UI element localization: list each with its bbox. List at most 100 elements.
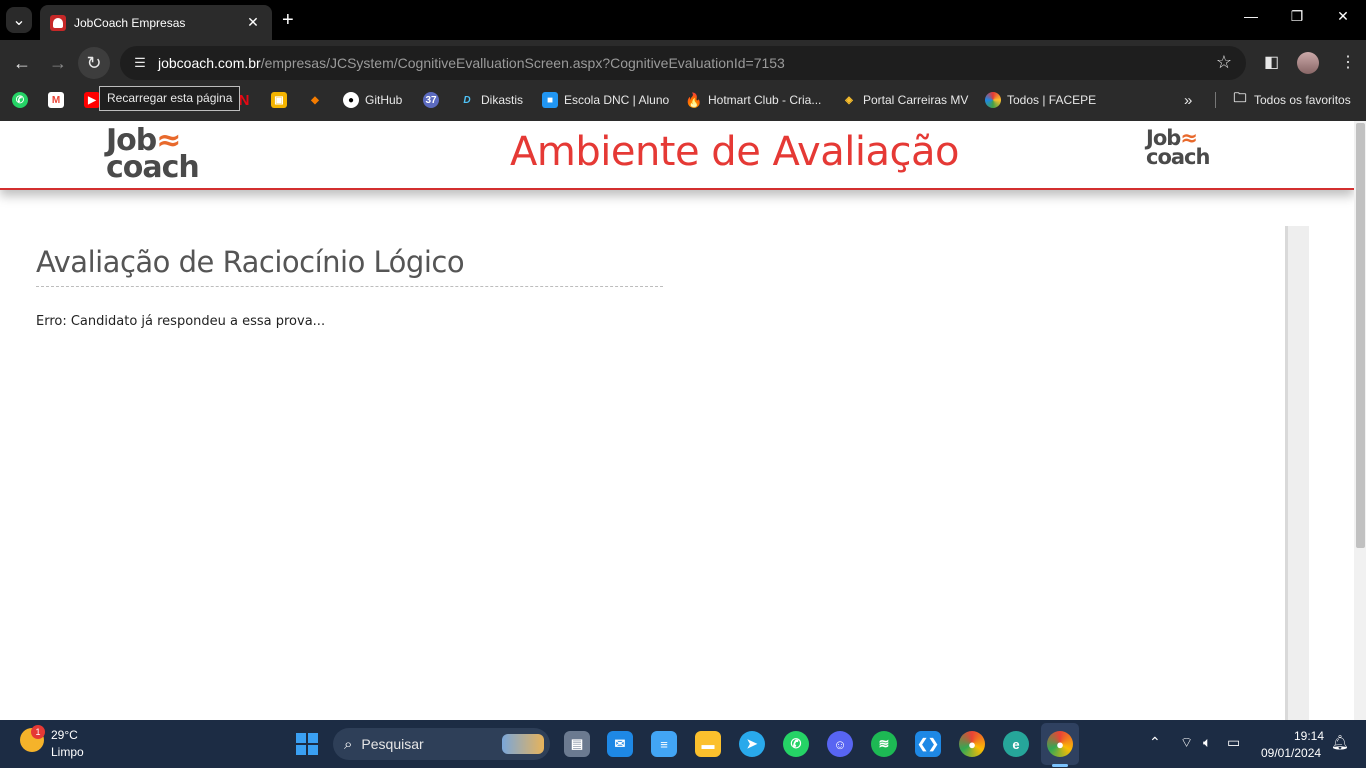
error-message: Erro: Candidato já respondeu a essa prov… (36, 314, 326, 329)
battery-icon[interactable]: ▭ (1227, 734, 1240, 751)
more-bookmarks-button[interactable]: » (1184, 85, 1192, 115)
telegram-icon[interactable]: ➤ (739, 731, 765, 757)
search-highlight-icon (502, 734, 544, 754)
bookmark-hotmart[interactable]: 🔥 Hotmart Club - Cria... (685, 85, 822, 115)
bookmark-label: Portal Carreiras MV (863, 93, 969, 107)
bookmark-gmail[interactable]: M (48, 85, 70, 115)
menu-dots-icon[interactable]: ⋮ (1340, 52, 1356, 72)
whatsapp-icon: ✆ (12, 92, 28, 108)
github-icon: ● (343, 92, 359, 108)
bookmark-dnc[interactable]: ■ Escola DNC | Aluno (542, 85, 669, 115)
vscode-icon[interactable]: ❮❯ (915, 731, 941, 757)
page-viewport: Job≈ coach Ambiente de Avaliação Job≈ co… (0, 121, 1366, 720)
bookmark-tool[interactable]: ◆ (307, 85, 329, 115)
dnc-icon: ■ (542, 92, 558, 108)
new-tab-button[interactable]: + (282, 9, 294, 31)
clock-date[interactable]: 09/01/2024 (1261, 746, 1321, 760)
search-icon: ⌕ (344, 735, 353, 753)
minimize-icon[interactable]: — (1236, 8, 1266, 24)
start-button[interactable] (296, 733, 318, 755)
bookmark-github[interactable]: ● GitHub (343, 85, 402, 115)
notepad-icon[interactable]: ≡ (651, 731, 677, 757)
page-header-title: Ambiente de Avaliação (510, 129, 959, 175)
wifi-icon[interactable]: ⌔ (1180, 734, 1193, 752)
weather-description[interactable]: Limpo (51, 745, 84, 759)
notification-bell-icon[interactable]: 🔔︎ (1331, 734, 1349, 751)
active-app-indicator (1052, 764, 1068, 767)
edge-icon[interactable]: e (1003, 731, 1029, 757)
task-view-icon[interactable]: ▤ (564, 731, 590, 757)
clock-time[interactable]: 19:14 (1294, 729, 1324, 743)
bookmarks-separator (1215, 92, 1216, 108)
tab-strip: ⌄ JobCoach Empresas ✕ + — ❐ ✕ (0, 0, 1366, 40)
arrow-left-icon: ← (13, 52, 31, 73)
jobcoach-favicon-icon (50, 14, 66, 31)
bookmark-icon: ◆ (311, 94, 319, 106)
back-button[interactable]: ← (6, 47, 38, 79)
bookmark-label: GitHub (365, 93, 403, 107)
spotify-icon[interactable]: ≋ (871, 731, 897, 757)
chrome-icon[interactable]: ● (959, 731, 985, 757)
url-text[interactable]: jobcoach.com.br/empresas/JCSystem/Cognit… (158, 55, 785, 71)
forward-button[interactable]: → (42, 47, 74, 79)
dikastis-icon: D (463, 94, 471, 106)
facepe-icon (985, 92, 1001, 108)
search-placeholder: Pesquisar (361, 736, 424, 752)
whatsapp-icon[interactable]: ✆ (783, 731, 809, 757)
url-path: /empresas/JCSystem/CognitiveEvalluationS… (260, 55, 785, 71)
windows-taskbar: 1 29°C Limpo ⌕ Pesquisar ▤ ✉ ≡ ▬ ➤ ✆ ☺ ≋… (0, 720, 1366, 768)
title-divider (36, 286, 663, 287)
browser-tab[interactable]: JobCoach Empresas ✕ (40, 5, 272, 40)
side-panel (1285, 226, 1309, 720)
all-bookmarks-label: Todos os favoritos (1254, 93, 1351, 107)
jobcoach-logo[interactable]: Job≈ coach (106, 126, 200, 185)
bookmark-label: Dikastis (481, 93, 524, 107)
chrome-profile-icon[interactable]: ● (1047, 731, 1073, 757)
side-panel-icon[interactable]: ◧ (1264, 52, 1279, 72)
bookmark-label: Todos | FACEPE (1007, 93, 1097, 107)
windows-logo-icon (296, 733, 306, 743)
tab-search-button[interactable]: ⌄ (6, 7, 32, 33)
address-bar[interactable]: ☰ jobcoach.com.br/empresas/JCSystem/Cogn… (120, 46, 1246, 80)
bookmark-label: Escola DNC | Aluno (564, 93, 670, 107)
close-tab-icon[interactable]: ✕ (244, 14, 262, 31)
weather-temperature[interactable]: 29°C (51, 728, 78, 742)
bookmark-star-icon[interactable]: ☆ (1216, 52, 1232, 73)
folder-icon: 🗀 (1233, 90, 1247, 105)
double-chevron-right-icon: » (1184, 91, 1193, 109)
page-scrollbar[interactable] (1354, 121, 1366, 720)
logo-text: coach (106, 150, 200, 185)
tab-title: JobCoach Empresas (74, 15, 186, 30)
jobcoach-logo-secondary: Job≈ coach (1146, 128, 1210, 168)
browser-toolbar: ← → ↻ ☰ jobcoach.com.br/empresas/JCSyste… (0, 40, 1366, 85)
taskbar-search[interactable]: ⌕ Pesquisar (333, 728, 550, 760)
volume-icon[interactable]: 🔈︎ (1203, 734, 1211, 751)
classroom-icon: ▣ (271, 92, 287, 108)
mail-icon[interactable]: ✉ (607, 731, 633, 757)
profile-avatar[interactable] (1297, 52, 1319, 74)
gmail-icon: M (48, 92, 64, 108)
arrow-right-icon: → (49, 52, 67, 73)
mv-icon: ◈ (845, 94, 853, 106)
bookmark-classroom[interactable]: ▣ (271, 85, 293, 115)
site-header: Job≈ coach Ambiente de Avaliação Job≈ co… (0, 121, 1354, 190)
site-info-icon[interactable]: ☰ (130, 53, 150, 73)
bookmark-label: Hotmart Club - Cria... (708, 93, 822, 107)
evaluation-title: Avaliação de Raciocínio Lógico (36, 245, 465, 279)
tray-chevron-up-icon[interactable]: ⌃ (1149, 734, 1161, 751)
restore-icon[interactable]: ❐ (1282, 8, 1312, 25)
file-explorer-icon[interactable]: ▬ (695, 731, 721, 757)
bookmark-mv[interactable]: ◈ Portal Carreiras MV (841, 85, 968, 115)
all-bookmarks-button[interactable]: 🗀 Todos os favoritos (1232, 85, 1351, 115)
reload-button[interactable]: ↻ (78, 47, 110, 79)
close-window-icon[interactable]: ✕ (1328, 8, 1358, 25)
url-host: jobcoach.com.br (158, 55, 261, 71)
youtube-icon: ▶ (84, 92, 100, 108)
discord-icon[interactable]: ☺ (827, 731, 853, 757)
bookmark-calendar[interactable]: 37 (423, 85, 445, 115)
bookmark-facepe[interactable]: Todos | FACEPE (985, 85, 1096, 115)
chevron-down-icon: ⌄ (12, 12, 26, 29)
bookmark-whatsapp[interactable]: ✆ (12, 85, 34, 115)
bookmark-dikastis[interactable]: D Dikastis (459, 85, 523, 115)
scrollbar-thumb[interactable] (1356, 123, 1365, 548)
